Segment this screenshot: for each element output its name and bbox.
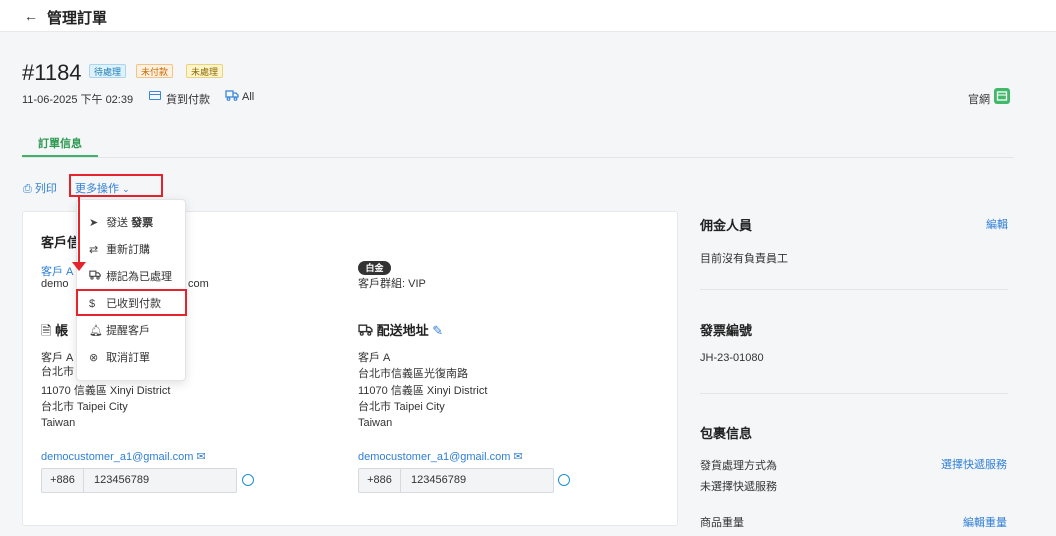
billing-title-text: 帳: [55, 323, 69, 338]
menu-label: 取消訂單: [106, 352, 151, 364]
print-label: 列印: [34, 183, 57, 195]
menu-item-mark-fulfilled[interactable]: 標記為已處理: [89, 270, 172, 284]
billing-section-title: 🗎 帳: [41, 320, 68, 344]
menu-label: 重新訂購: [106, 244, 151, 256]
tab-order-info[interactable]: 訂單信息: [22, 135, 98, 157]
menu-item-send-invoice[interactable]: ➤ 發送 發票: [89, 216, 153, 230]
sidebar-divider: [700, 289, 1008, 290]
billing-line1: 台北市: [41, 366, 74, 378]
order-number: #1184: [22, 60, 82, 85]
edit-weight-link[interactable]: 編輯重量: [963, 514, 1007, 530]
document-icon: 🗎: [41, 323, 52, 338]
invoice-number: JH-23-01080: [700, 352, 764, 364]
credit-card-icon: [149, 91, 161, 100]
store-icon: [994, 88, 1010, 104]
status-badge-unpaid: 未付款: [136, 64, 174, 78]
phone-country-code: +886: [42, 469, 84, 492]
status-badge-unfulfilled: 未處理: [186, 64, 224, 78]
top-bar: ← 管理訂單: [0, 0, 1056, 32]
phone-number: 123456789: [94, 474, 150, 486]
highlight-arrow: [72, 262, 86, 271]
shipping-section-title: 配送地址 ✎: [358, 320, 443, 339]
ship-method-value: 未選擇快遞服務: [700, 481, 777, 493]
highlight-connector-line: [78, 196, 80, 266]
cancel-circle-icon: ⊗: [89, 352, 99, 364]
customer-section-title: 客戶信: [41, 235, 81, 250]
package-title: 包裹信息: [700, 426, 753, 441]
weight-label: 商品重量: [700, 517, 744, 529]
billing-line4: Taiwan: [41, 417, 76, 429]
truck-icon: [358, 324, 373, 336]
repeat-icon: ⇄: [89, 244, 99, 256]
shipping-line3: 台北市 Taipei City: [358, 401, 445, 413]
select-courier-link[interactable]: 選擇快遞服務: [941, 456, 1007, 472]
phone-country-code: +886: [359, 469, 401, 492]
billing-name: 客戶 A: [41, 352, 74, 364]
send-icon: ➤: [89, 217, 99, 229]
shipping-title-text: 配送地址: [376, 323, 429, 338]
customer-email-end: com: [188, 278, 209, 290]
page-title: 管理訂單: [47, 10, 108, 27]
shipping-line1: 台北市信義區光復南路: [358, 368, 468, 380]
truck-icon: [89, 270, 103, 284]
order-datetime: 11-06-2025 下午 02:39: [22, 94, 134, 106]
customer-group: 客戶群組: VIP: [358, 278, 426, 290]
truck-icon: [225, 90, 239, 101]
arrow-left-icon[interactable]: ←: [24, 8, 38, 24]
menu-label: 提醒客戶: [106, 325, 151, 337]
mail-icon: ✉: [196, 451, 206, 463]
print-button[interactable]: ⎙ 列印: [23, 180, 57, 196]
menu-label-bold: 發票: [131, 217, 154, 229]
bell-icon: 🔔︎: [89, 325, 103, 337]
phone-number: 123456789: [411, 474, 467, 486]
shipping-line2: 11070 信義區 Xinyi District: [358, 385, 488, 397]
commission-edit-link[interactable]: 編輯: [986, 216, 1008, 232]
channel-label: 官網: [968, 94, 990, 106]
billing-email-text: democustomer_a1@gmail.com: [41, 451, 194, 463]
sidebar-divider: [700, 393, 1008, 394]
menu-label: 標記為已處理: [106, 271, 173, 283]
pencil-icon[interactable]: ✎: [432, 323, 443, 338]
menu-item-remind-customer[interactable]: 🔔︎ 提醒客戶: [89, 324, 150, 338]
billing-line3: 台北市 Taipei City: [41, 401, 128, 413]
customer-name-link[interactable]: 客戶 A: [41, 263, 73, 279]
status-badge-pending: 待處理: [89, 64, 127, 78]
payment-method: 貨到付款: [166, 94, 210, 106]
customer-email-start: demo: [41, 278, 69, 290]
invoice-title: 發票編號: [700, 323, 753, 338]
menu-item-reorder[interactable]: ⇄ 重新訂購: [89, 243, 150, 257]
whatsapp-icon[interactable]: [558, 474, 570, 486]
menu-label: 發送: [106, 217, 132, 229]
billing-email-link[interactable]: democustomer_a1@gmail.com ✉: [41, 450, 206, 463]
whatsapp-icon[interactable]: [242, 474, 254, 486]
billing-line2: 11070 信義區 Xinyi District: [41, 385, 171, 397]
shipping-phone-field[interactable]: +886 123456789: [358, 468, 554, 493]
shipping-name: 客戶 A: [358, 352, 391, 364]
tab-divider: [22, 157, 1014, 158]
highlight-box-payment-received: [76, 289, 187, 316]
billing-phone-field[interactable]: +886 123456789: [41, 468, 237, 493]
mail-icon: ✉: [513, 451, 523, 463]
shipping-email-text: democustomer_a1@gmail.com: [358, 451, 511, 463]
customer-tier-badge: 白金: [358, 261, 391, 275]
menu-item-cancel-order[interactable]: ⊗ 取消訂單: [89, 351, 150, 365]
ship-method-label: 發貨處理方式為: [700, 460, 777, 472]
commission-title: 佣金人員: [700, 218, 753, 233]
commission-empty-text: 目前沒有負責員工: [700, 253, 788, 265]
printer-icon: ⎙: [23, 183, 32, 195]
shipping-scope: All: [242, 91, 255, 103]
shipping-line4: Taiwan: [358, 417, 393, 429]
highlight-box-more-actions: [69, 174, 163, 197]
shipping-email-link[interactable]: democustomer_a1@gmail.com ✉: [358, 450, 523, 463]
